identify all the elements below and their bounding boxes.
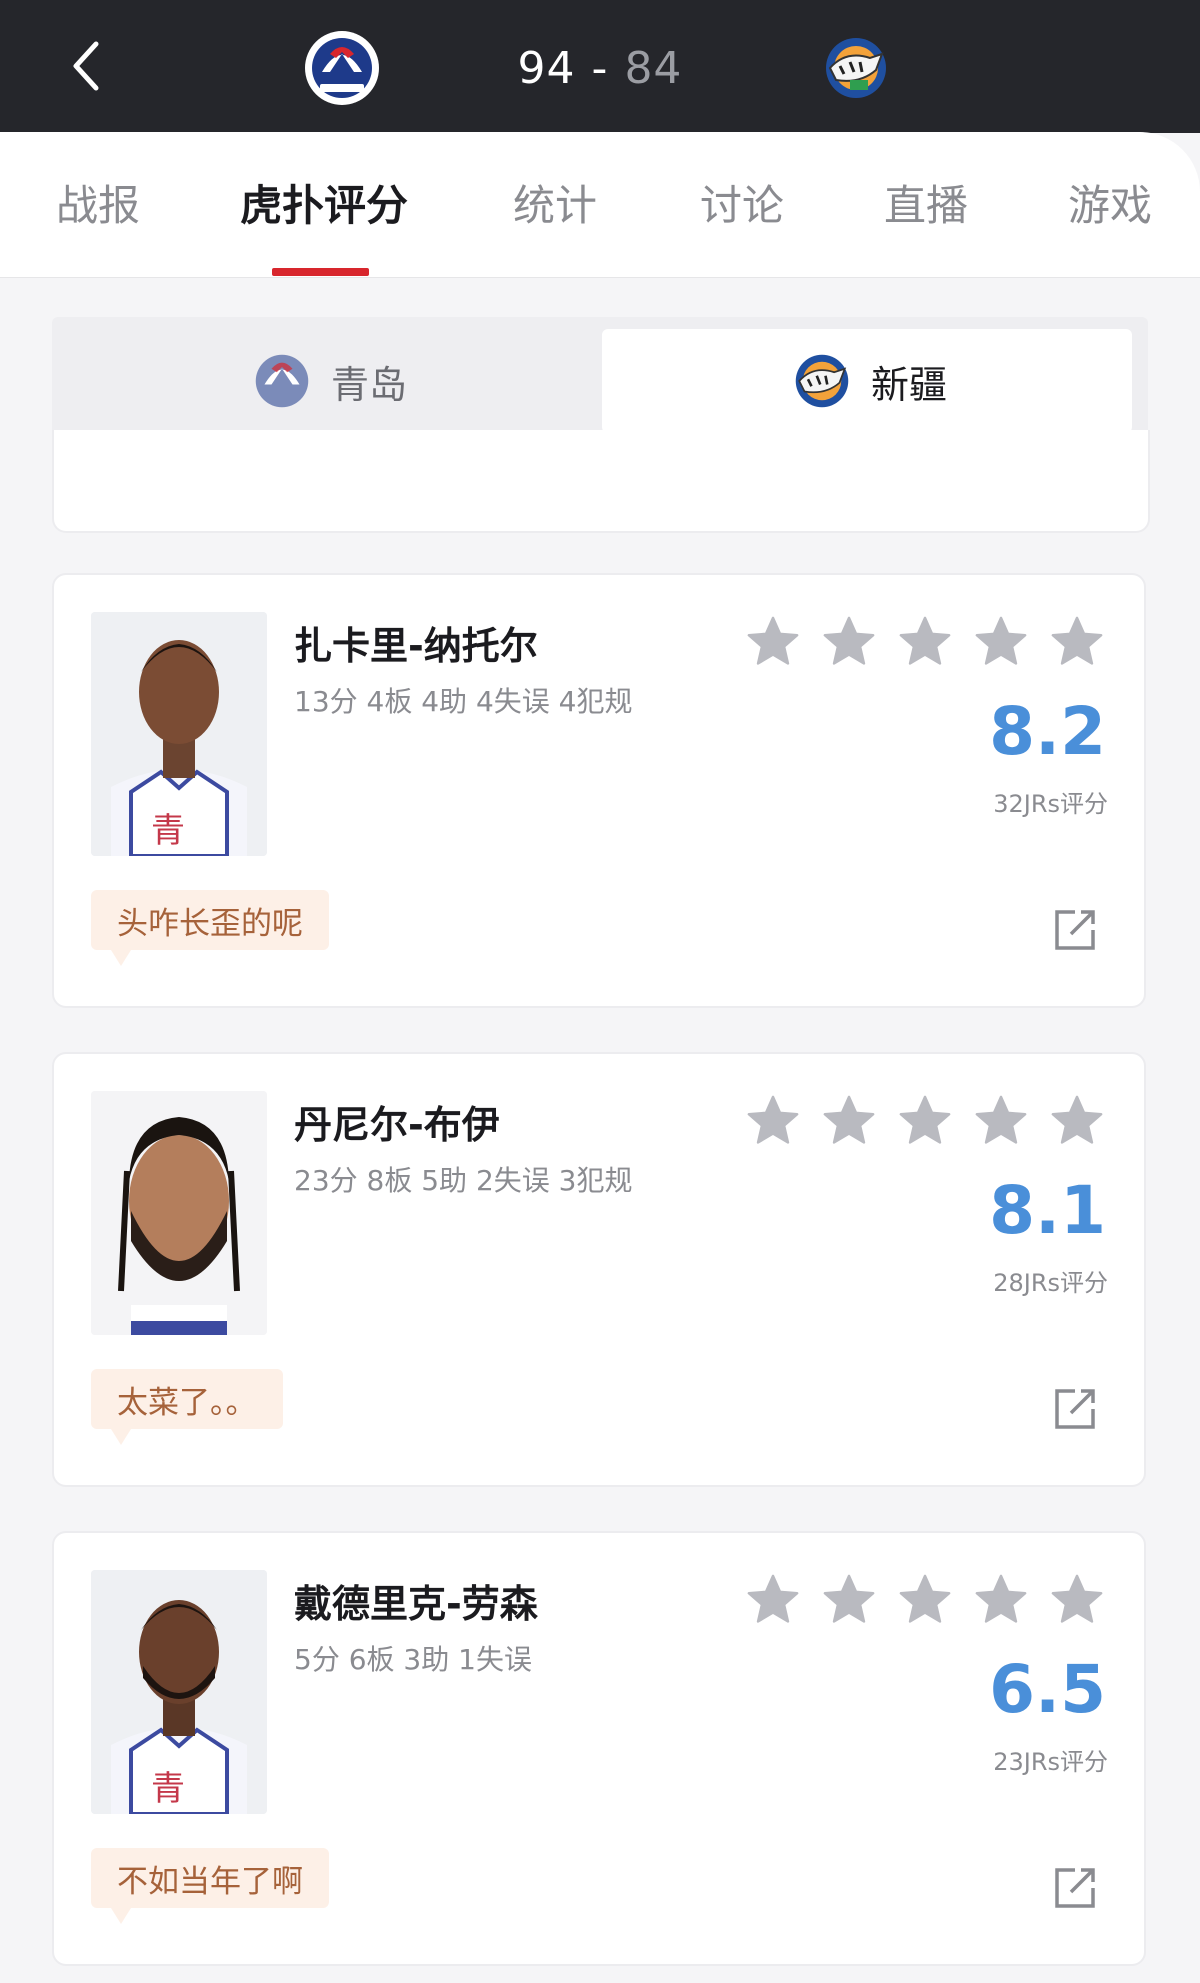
player-stats: 23分 8板 5助 2失误 3犯规 — [294, 1164, 633, 1197]
player-photo-icon: 青 — [91, 612, 267, 856]
player-score: 6.5 — [989, 1651, 1106, 1728]
player-name: 戴德里克-劳森 — [294, 1582, 538, 1626]
rating-count: 28JRs评分 — [993, 1269, 1108, 1297]
star-icon[interactable] — [1048, 1571, 1106, 1629]
player-card[interactable]: 青 戴德里克-劳森 5分 6板 3助 1失误 6.5 23JRs评分 不如当年了… — [52, 1531, 1146, 1966]
team-option-qingdao[interactable]: 青岛 — [62, 329, 592, 433]
back-button[interactable] — [56, 36, 116, 96]
rating-count: 23JRs评分 — [993, 1748, 1108, 1776]
tab-report[interactable]: 战报 — [56, 172, 140, 233]
tab-games[interactable]: 游戏 — [1068, 172, 1152, 233]
star-icon[interactable] — [820, 1092, 878, 1150]
top-comment[interactable]: 头咋长歪的呢 — [91, 890, 329, 966]
star-icon[interactable] — [1048, 613, 1106, 671]
star-icon[interactable] — [820, 1571, 878, 1629]
comment-text: 头咋长歪的呢 — [117, 905, 303, 942]
comment-text: 不如当年了啊 — [117, 1863, 303, 1900]
star-icon[interactable] — [972, 1571, 1030, 1629]
game-score: 94 - 84 — [510, 36, 690, 100]
player-avatar: 青 — [91, 1570, 267, 1814]
player-score: 8.1 — [989, 1172, 1106, 1249]
team-option-xinjiang[interactable]: 新疆 — [602, 329, 1132, 433]
team-toggle: 青岛 新疆 — [52, 317, 1148, 447]
star-icon[interactable] — [820, 613, 878, 671]
active-tab-indicator — [272, 268, 369, 276]
star-rating[interactable] — [744, 613, 1114, 677]
team-option-label: 青岛 — [330, 362, 407, 407]
player-card[interactable]: 丹尼尔-布伊 23分 8板 5助 2失误 3犯规 8.1 28JRs评分 太菜了… — [52, 1052, 1146, 1487]
tab-stats[interactable]: 统计 — [513, 172, 597, 233]
comment-text: 太菜了。。 — [117, 1384, 257, 1421]
qingdao-eagle-logo-icon — [255, 354, 309, 408]
player-name: 丹尼尔-布伊 — [294, 1103, 500, 1147]
star-icon[interactable] — [744, 1092, 802, 1150]
star-rating[interactable] — [744, 1092, 1114, 1156]
star-icon[interactable] — [972, 1092, 1030, 1150]
player-score: 8.2 — [989, 693, 1106, 770]
player-name: 扎卡里-纳托尔 — [294, 624, 538, 668]
star-icon[interactable] — [972, 613, 1030, 671]
star-rating[interactable] — [744, 1571, 1114, 1635]
star-icon[interactable] — [744, 1571, 802, 1629]
star-icon[interactable] — [896, 613, 954, 671]
xinjiang-tiger-logo-icon — [795, 354, 849, 408]
svg-text:青: 青 — [151, 1769, 185, 1809]
player-avatar: 青 — [91, 612, 267, 856]
star-icon[interactable] — [896, 1571, 954, 1629]
player-photo-icon: 青 — [91, 1570, 267, 1814]
chevron-left-icon — [73, 41, 99, 91]
home-score: 94 — [517, 42, 576, 94]
svg-text:青: 青 — [151, 811, 185, 851]
comment-tail — [111, 950, 131, 966]
star-icon[interactable] — [1048, 1092, 1106, 1150]
comment-tail — [111, 1429, 131, 1445]
tab-hupu-rating[interactable]: 虎扑评分 — [240, 172, 408, 233]
score-separator: - — [591, 42, 609, 94]
tab-bar: 战报 虎扑评分 统计 讨论 直播 游戏 — [0, 132, 1200, 278]
away-score: 84 — [624, 42, 683, 94]
rating-count: 32JRs评分 — [993, 790, 1108, 818]
qingdao-eagle-logo-icon[interactable] — [302, 28, 382, 108]
share-icon[interactable] — [1053, 1387, 1097, 1431]
xinjiang-tiger-logo-icon[interactable] — [816, 28, 896, 108]
team-option-label: 新疆 — [870, 362, 947, 407]
tab-discussion[interactable]: 讨论 — [700, 172, 784, 233]
player-photo-icon — [91, 1091, 267, 1335]
player-stats: 13分 4板 4助 4失误 4犯规 — [294, 685, 633, 718]
star-icon[interactable] — [896, 1092, 954, 1150]
top-comment[interactable]: 不如当年了啊 — [91, 1848, 329, 1924]
comment-tail — [111, 1908, 131, 1924]
star-icon[interactable] — [744, 613, 802, 671]
player-avatar — [91, 1091, 267, 1335]
player-card-partial — [52, 430, 1150, 533]
share-icon[interactable] — [1053, 1866, 1097, 1910]
player-card[interactable]: 青 扎卡里-纳托尔 13分 4板 4助 4失误 4犯规 8.2 32JRs评分 … — [52, 573, 1146, 1008]
player-stats: 5分 6板 3助 1失误 — [294, 1643, 532, 1676]
tab-live[interactable]: 直播 — [884, 172, 968, 233]
top-comment[interactable]: 太菜了。。 — [91, 1369, 283, 1445]
score-header: 94 - 84 — [0, 0, 1200, 133]
share-icon[interactable] — [1053, 908, 1097, 952]
